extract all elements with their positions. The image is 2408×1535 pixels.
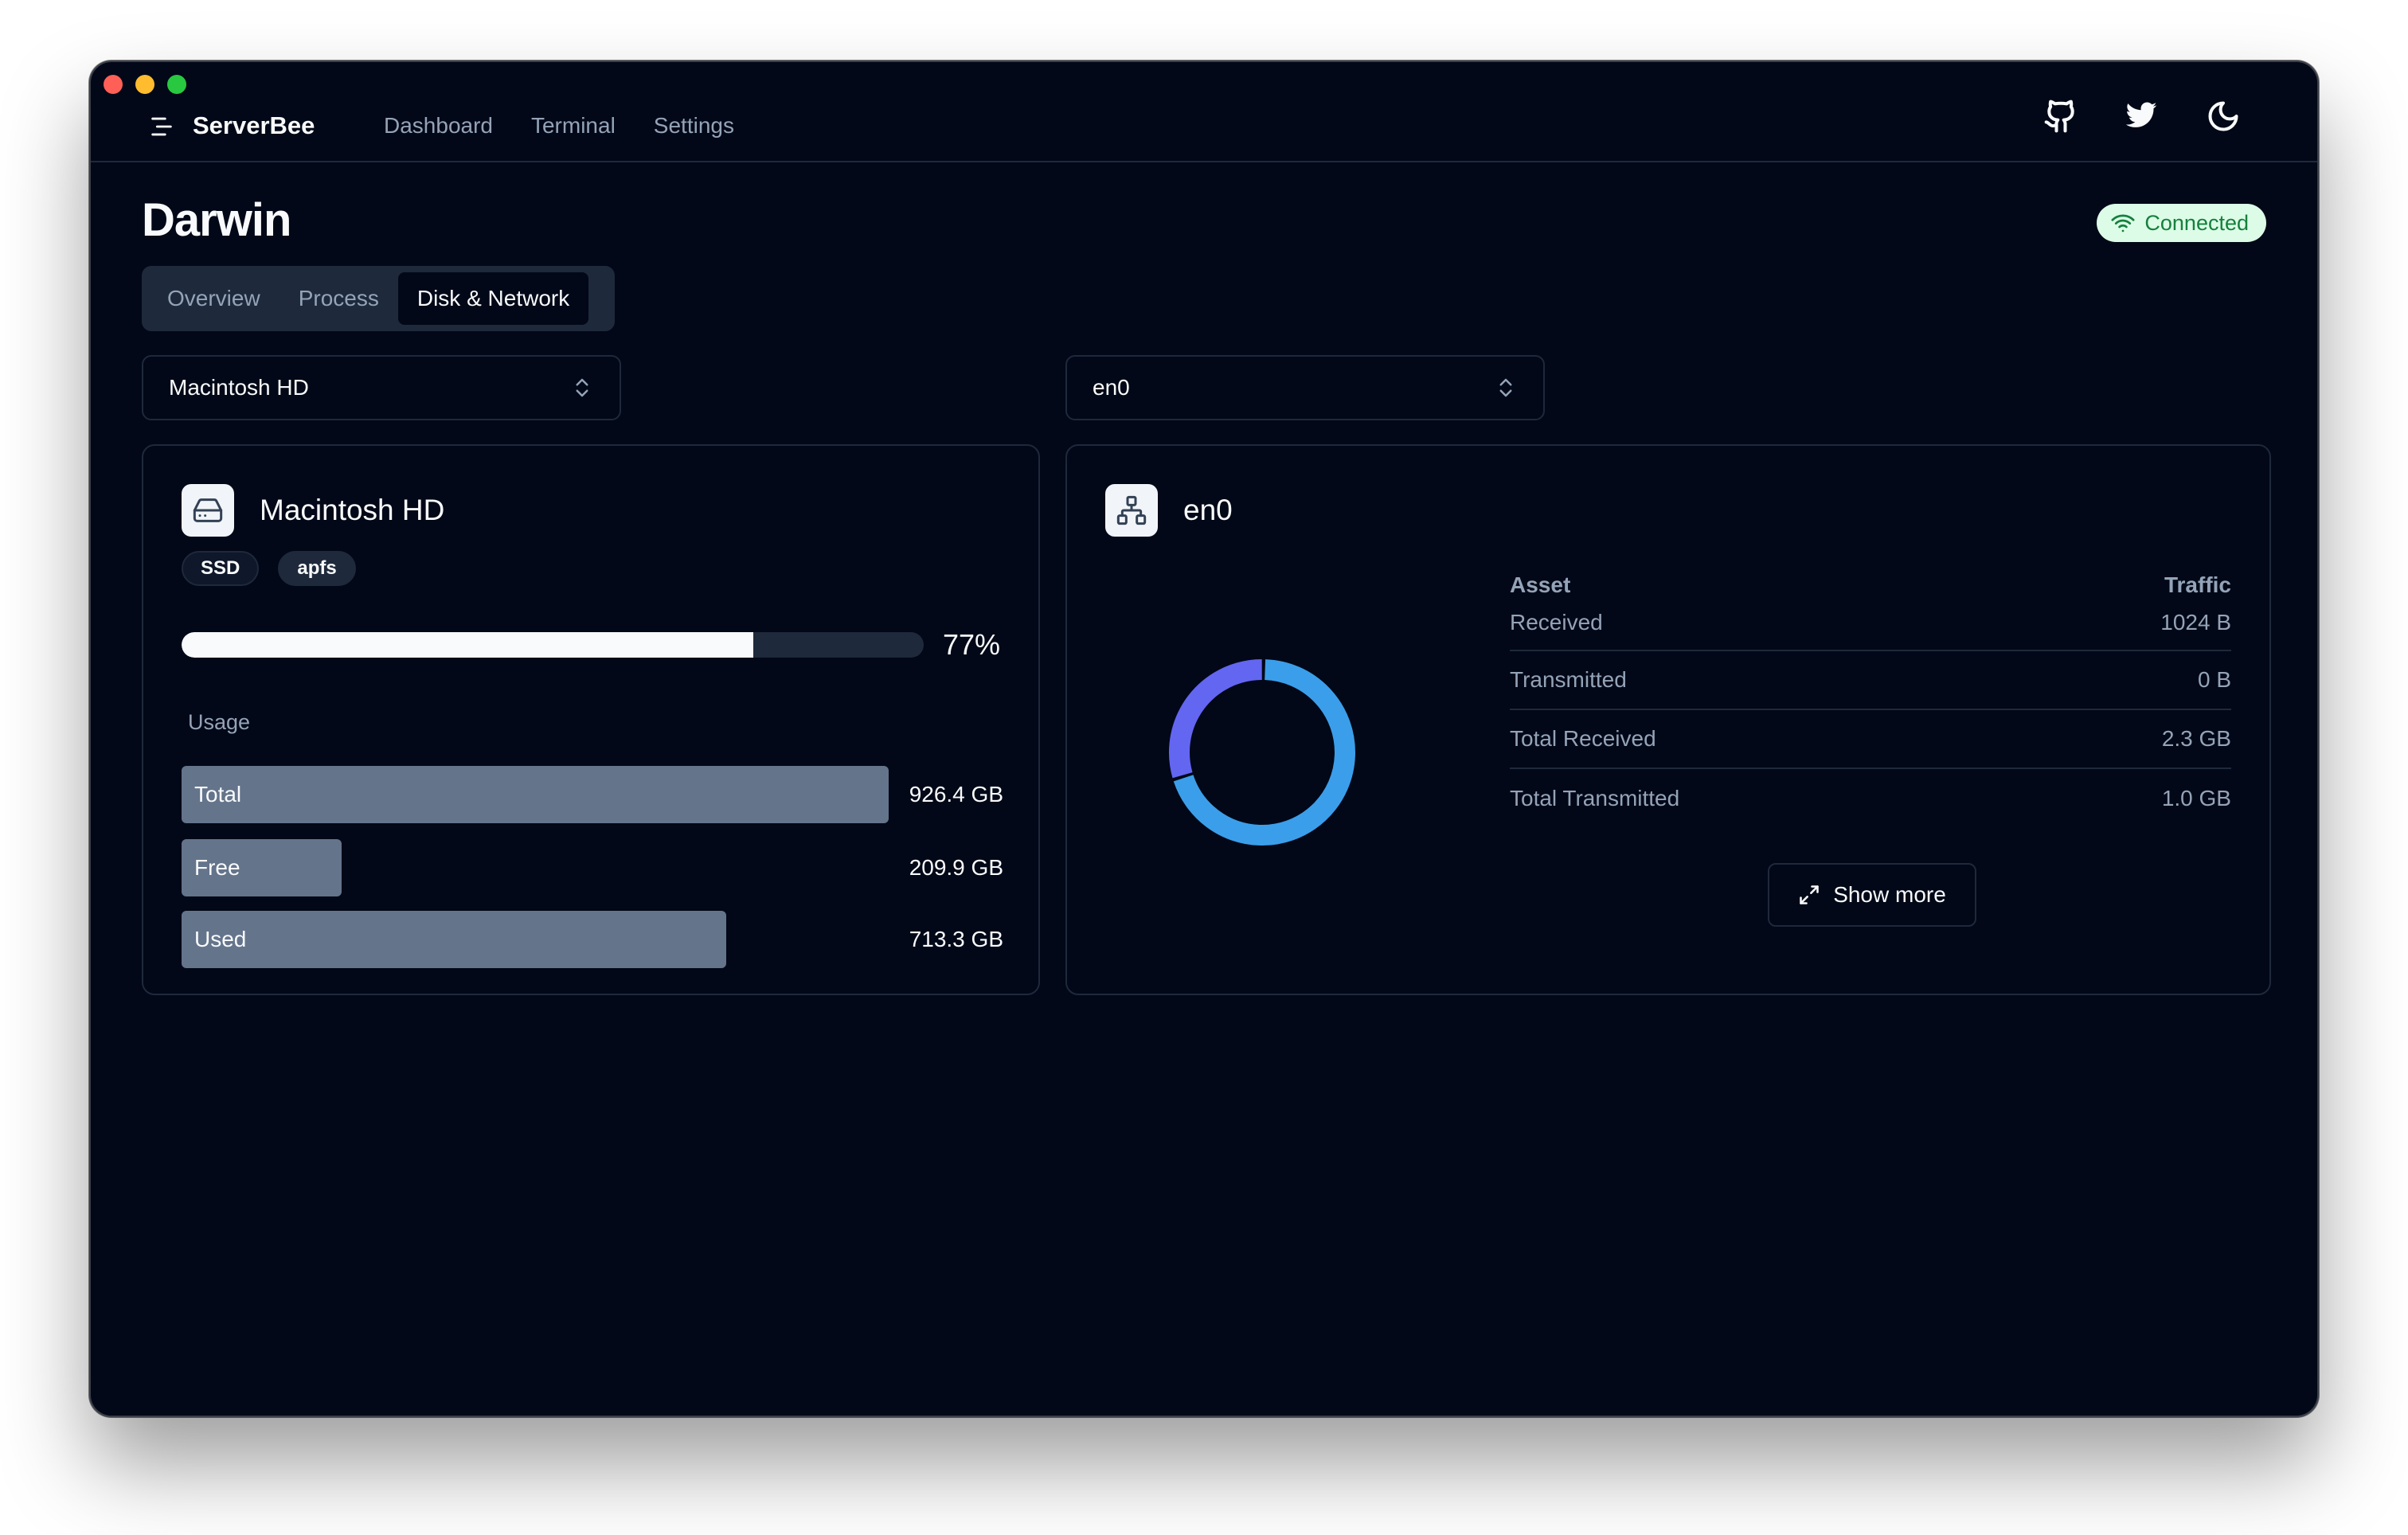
tag-disk-type: SSD (182, 551, 260, 586)
moon-icon[interactable] (2204, 97, 2242, 135)
menu-icon[interactable] (148, 113, 175, 140)
disk-select-value: Macintosh HD (169, 375, 309, 400)
table-row: Received 1024 B (1510, 607, 2231, 651)
table-row: Transmitted 0 B (1510, 651, 2231, 710)
row-value-total-transmitted: 1.0 GB (2161, 786, 2231, 810)
row-value-transmitted: 0 B (2197, 667, 2231, 692)
usage-row-free: Free 209.9 GB (182, 839, 1003, 896)
network-select-value: en0 (1093, 375, 1130, 400)
wifi-icon (2111, 214, 2135, 232)
chevron-up-down-icon (1499, 378, 1512, 397)
usage-label-total: Total (194, 782, 242, 807)
twitter-icon[interactable] (2123, 97, 2161, 135)
hard-drive-icon (182, 484, 234, 537)
tab-list: Overview Process Disk & Network (142, 266, 615, 331)
tab-process[interactable]: Process (280, 272, 398, 325)
row-value-received: 1024 B (2160, 610, 2231, 635)
traffic-table-header: Asset Traffic (1510, 564, 2231, 607)
usage-value-used: 713.3 GB (909, 927, 1003, 951)
tab-overview[interactable]: Overview (148, 272, 280, 325)
nav-settings[interactable]: Settings (654, 108, 734, 143)
usage-bar-total: Total (182, 766, 889, 823)
disk-card: Macintosh HD SSD apfs 77% Usage Total 92… (142, 444, 1040, 995)
donut-segment-secondary (1169, 659, 1355, 846)
row-label-received: Received (1510, 610, 1603, 635)
usage-bar-free: Free (182, 839, 342, 896)
column-traffic: Traffic (2164, 572, 2231, 597)
traffic-table: Asset Traffic Received 1024 B Transmitte… (1510, 564, 2231, 828)
usage-label-used: Used (194, 927, 247, 951)
main-nav: Dashboard Terminal Settings (384, 108, 734, 143)
network-icon (1105, 484, 1158, 537)
github-icon[interactable] (2042, 97, 2080, 135)
disk-usage-progress-fill (182, 632, 753, 658)
nav-dashboard[interactable]: Dashboard (384, 108, 493, 143)
status-label: Connected (2144, 210, 2249, 235)
app-window: ServerBee Dashboard Terminal Settings Da… (89, 61, 2319, 1417)
disk-select[interactable]: Macintosh HD (142, 355, 621, 420)
disk-usage-progress (182, 632, 924, 658)
network-select[interactable]: en0 (1065, 355, 1545, 420)
traffic-donut-chart (1169, 659, 1355, 846)
disk-usage-percent: 77% (942, 628, 1000, 661)
header-actions (2042, 97, 2242, 135)
top-header: ServerBee Dashboard Terminal Settings (91, 62, 2317, 162)
page-title: Darwin (142, 194, 291, 246)
usage-value-free: 209.9 GB (909, 855, 1003, 880)
expand-icon (1800, 885, 1819, 904)
disk-title: Macintosh HD (260, 494, 445, 526)
disk-tags: SSD apfs (182, 551, 356, 586)
usage-value-total: 926.4 GB (909, 782, 1003, 807)
row-label-total-transmitted: Total Transmitted (1510, 786, 1680, 810)
row-label-total-received: Total Received (1510, 726, 1656, 751)
table-row: Total Transmitted 1.0 GB (1510, 769, 2231, 828)
network-card: en0 Asset Traffic Received 1024 B Transm… (1065, 444, 2271, 995)
usage-heading: Usage (188, 710, 251, 734)
brand-name[interactable]: ServerBee (193, 108, 315, 143)
row-value-total-received: 2.3 GB (2161, 726, 2231, 751)
network-title: en0 (1183, 494, 1233, 526)
tag-filesystem: apfs (278, 551, 356, 586)
row-label-transmitted: Transmitted (1510, 667, 1627, 692)
column-asset: Asset (1510, 572, 1571, 597)
show-more-button[interactable]: Show more (1768, 863, 1976, 927)
usage-bar-used: Used (182, 911, 726, 968)
table-row: Total Received 2.3 GB (1510, 710, 2231, 769)
usage-row-used: Used 713.3 GB (182, 911, 1003, 968)
show-more-label: Show more (1833, 882, 1946, 907)
tab-disk-network[interactable]: Disk & Network (397, 272, 589, 325)
chevron-up-down-icon (576, 378, 588, 397)
nav-terminal[interactable]: Terminal (531, 108, 616, 143)
usage-label-free: Free (194, 855, 240, 880)
status-badge: Connected (2097, 204, 2266, 242)
usage-row-total: Total 926.4 GB (182, 766, 1003, 823)
